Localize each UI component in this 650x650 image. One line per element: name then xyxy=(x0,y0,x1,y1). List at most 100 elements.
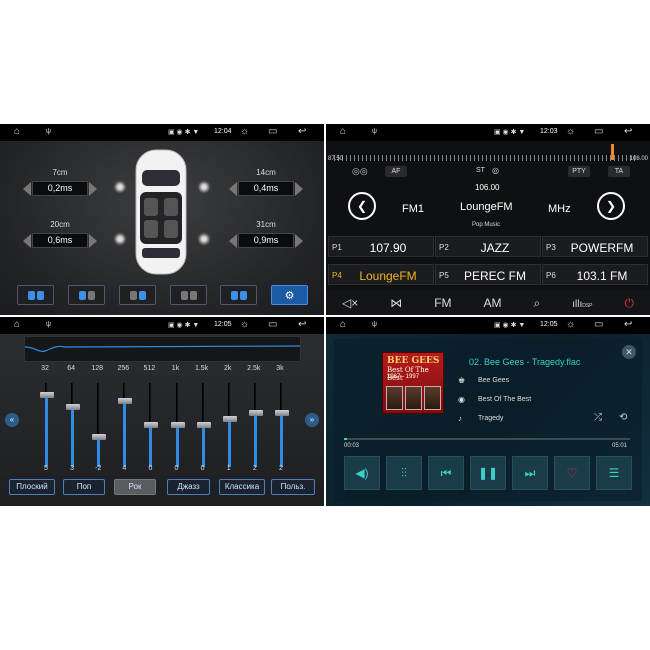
decrease-arrow[interactable] xyxy=(229,234,237,248)
ta-button[interactable]: TA xyxy=(608,166,630,177)
favorite-button[interactable]: ♡ xyxy=(554,456,590,490)
next-track-button[interactable]: ⏭ xyxy=(512,456,548,490)
preset-p6[interactable]: P6 103.1 FM xyxy=(542,264,648,285)
volume-button[interactable]: ◀) xyxy=(344,456,380,490)
eq-band-knob[interactable] xyxy=(170,422,185,428)
pause-button[interactable]: ❚❚ xyxy=(470,456,506,490)
seat-preset-rear[interactable] xyxy=(170,285,207,305)
seat-preset-front[interactable] xyxy=(220,285,257,305)
brightness-icon[interactable]: ☼ xyxy=(240,126,249,137)
am-band-button[interactable]: AM xyxy=(484,296,502,310)
decrease-arrow[interactable] xyxy=(23,182,31,196)
seat-preset-all[interactable] xyxy=(17,285,54,305)
eq-band-frequency: 3k xyxy=(276,365,284,372)
repeat-icon[interactable]: ⟲ xyxy=(619,412,627,423)
af-button[interactable]: AF xyxy=(385,166,407,177)
brightness-icon[interactable]: ☼ xyxy=(566,319,575,330)
home-icon[interactable]: ⌂ xyxy=(14,126,20,137)
equalizer-button[interactable]: ⫶⫶ xyxy=(386,456,422,490)
eq-band-slider[interactable] xyxy=(222,383,237,467)
eq-band-slider[interactable] xyxy=(66,383,81,467)
preset-p3[interactable]: P3 POWERFM xyxy=(542,236,648,257)
search-icon[interactable]: ⌕ xyxy=(534,296,541,311)
eq-band-knob[interactable] xyxy=(248,410,263,416)
status-bar: ⌂ ψ ▣ ◉ ✱ ▼ 12:05 ☼ ▭ ↩ xyxy=(0,317,324,334)
increase-arrow[interactable] xyxy=(89,182,97,196)
preset-p2[interactable]: P2 JAZZ xyxy=(435,236,541,257)
eq-band-knob[interactable] xyxy=(118,398,133,404)
fm-band-button[interactable]: FM xyxy=(434,296,451,310)
decrease-arrow[interactable] xyxy=(229,182,237,196)
back-icon[interactable]: ↩ xyxy=(624,126,632,137)
eq-band-slider[interactable] xyxy=(118,383,133,467)
playlist-button[interactable]: ☰ xyxy=(596,456,632,490)
equalizer-icon: ıllı xyxy=(572,299,583,310)
eq-preset-button[interactable]: Польз. xyxy=(271,479,315,495)
dsp-button[interactable]: ıllıDSP xyxy=(572,296,592,310)
eq-preset-button[interactable]: Рок xyxy=(114,479,156,495)
recent-apps-icon[interactable]: ▭ xyxy=(268,319,277,330)
previous-track-button[interactable]: ⏮ xyxy=(428,456,464,490)
eq-band-slider[interactable] xyxy=(196,383,211,467)
seek-back-button[interactable]: ❮ xyxy=(348,192,376,220)
frequency-scale[interactable] xyxy=(334,155,636,161)
delay-distance: 7cm xyxy=(52,168,68,177)
pty-button[interactable]: PTY xyxy=(568,166,590,177)
delay-value: 0,6ms xyxy=(23,233,97,248)
loudness-icon[interactable]: ◎◎ xyxy=(352,166,368,177)
decrease-arrow[interactable] xyxy=(23,234,31,248)
seat-preset-front-right[interactable] xyxy=(119,285,156,305)
scale-min: 87.50 xyxy=(328,156,344,162)
increase-arrow[interactable] xyxy=(89,234,97,248)
eq-band-knob[interactable] xyxy=(222,416,237,422)
eq-band-knob[interactable] xyxy=(40,392,54,398)
brightness-icon[interactable]: ☼ xyxy=(566,126,575,137)
eq-preset-button[interactable]: Джазз xyxy=(167,479,210,495)
frequency-needle[interactable] xyxy=(611,144,614,160)
eq-band-knob[interactable] xyxy=(196,422,211,428)
eq-next-arrow[interactable]: » xyxy=(305,413,319,427)
eq-band-slider[interactable] xyxy=(40,383,54,467)
recent-apps-icon[interactable]: ▭ xyxy=(594,319,603,330)
eq-preset-button[interactable]: Плоский xyxy=(9,479,55,495)
stereo-mono-icon[interactable]: ⋈ xyxy=(390,296,402,310)
eq-band-knob[interactable] xyxy=(144,422,159,428)
eq-preset-button[interactable]: Поп xyxy=(63,479,105,495)
increase-arrow[interactable] xyxy=(295,182,303,196)
eq-band-slider[interactable] xyxy=(144,383,159,467)
preset-p1[interactable]: P1 107.90 xyxy=(328,236,434,257)
usb-icon: ψ xyxy=(46,321,51,328)
progress-bar[interactable] xyxy=(344,438,630,440)
back-icon[interactable]: ↩ xyxy=(624,319,632,330)
user-settings-button[interactable]: ⚙ xyxy=(271,285,308,305)
increase-arrow[interactable] xyxy=(295,234,303,248)
eq-band-slider[interactable] xyxy=(274,383,289,467)
eq-band-slider[interactable] xyxy=(248,383,263,467)
eq-band-knob[interactable] xyxy=(66,404,81,410)
delay-value: 0,9ms xyxy=(229,233,303,248)
eq-band-knob[interactable] xyxy=(92,434,107,440)
back-icon[interactable]: ↩ xyxy=(298,319,306,330)
eq-band-slider[interactable] xyxy=(92,383,107,467)
home-icon[interactable]: ⌂ xyxy=(340,126,346,137)
eq-band-knob[interactable] xyxy=(274,410,289,416)
preset-p4[interactable]: P4 LoungeFM xyxy=(328,264,434,285)
seat-preset-front-left[interactable] xyxy=(68,285,105,305)
mute-icon[interactable]: ◁× xyxy=(342,296,358,310)
eq-band-fill xyxy=(227,419,231,467)
preset-p5[interactable]: P5 PEREC FM xyxy=(435,264,541,285)
recent-apps-icon[interactable]: ▭ xyxy=(594,126,603,137)
recent-apps-icon[interactable]: ▭ xyxy=(268,126,277,137)
eq-prev-arrow[interactable]: « xyxy=(5,413,19,427)
back-icon[interactable]: ↩ xyxy=(298,126,306,137)
frequency-unit: MHz xyxy=(548,203,571,215)
power-icon[interactable]: ⏻ xyxy=(624,296,634,311)
eq-preset-button[interactable]: Классика xyxy=(219,479,265,495)
eq-band-slider[interactable] xyxy=(170,383,185,467)
close-icon[interactable]: ✕ xyxy=(622,345,636,359)
home-icon[interactable]: ⌂ xyxy=(340,319,346,330)
seek-forward-button[interactable]: ❯ xyxy=(597,192,625,220)
brightness-icon[interactable]: ☼ xyxy=(240,319,249,330)
home-icon[interactable]: ⌂ xyxy=(14,319,20,330)
shuffle-icon[interactable]: ⤮ xyxy=(594,412,602,423)
